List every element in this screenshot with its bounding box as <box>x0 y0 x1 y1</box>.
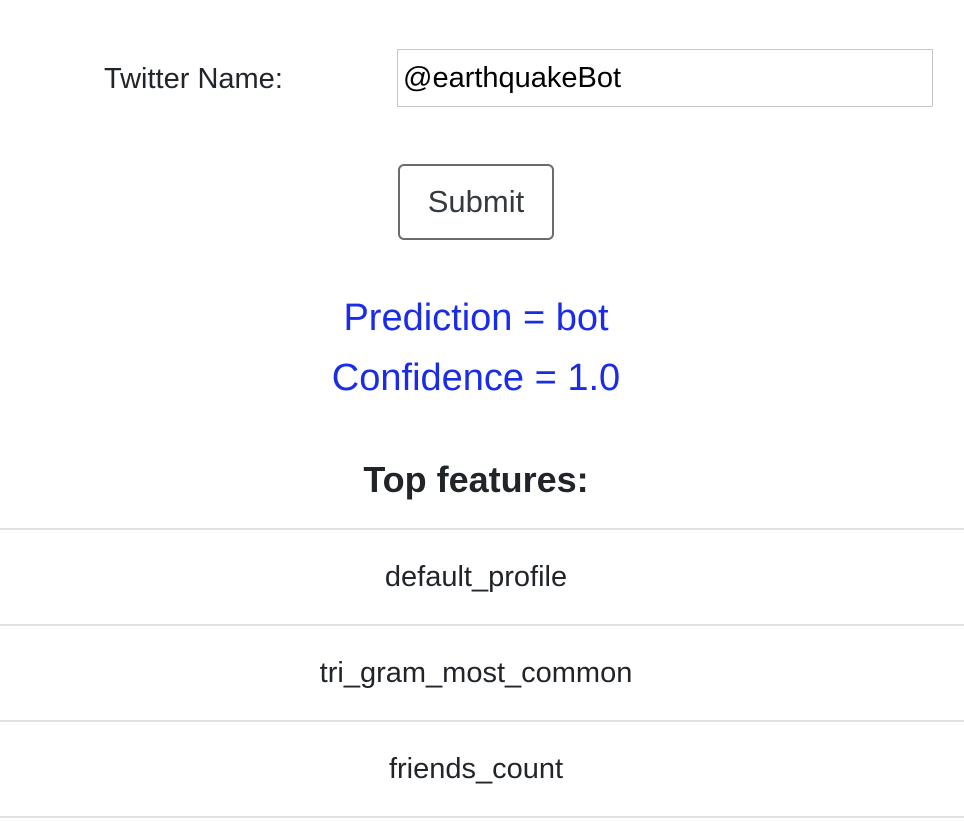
top-features-list: default_profile tri_gram_most_common fri… <box>0 528 964 818</box>
page: Twitter Name: Submit Prediction = bot Co… <box>0 0 964 824</box>
feature-name: tri_gram_most_common <box>319 656 633 689</box>
feature-name: default_profile <box>384 560 568 593</box>
prediction-text: Prediction = bot <box>343 297 609 339</box>
submit-button[interactable]: Submit <box>398 164 554 240</box>
twitter-name-label: Twitter Name: <box>104 63 283 95</box>
confidence-text: Confidence = 1.0 <box>331 357 621 399</box>
twitter-name-input[interactable] <box>397 49 933 107</box>
list-item: default_profile <box>0 530 964 626</box>
list-item: tri_gram_most_common <box>0 626 964 722</box>
feature-name: friends_count <box>388 752 564 785</box>
list-item: friends_count <box>0 722 964 818</box>
top-features-heading: Top features: <box>363 459 589 500</box>
